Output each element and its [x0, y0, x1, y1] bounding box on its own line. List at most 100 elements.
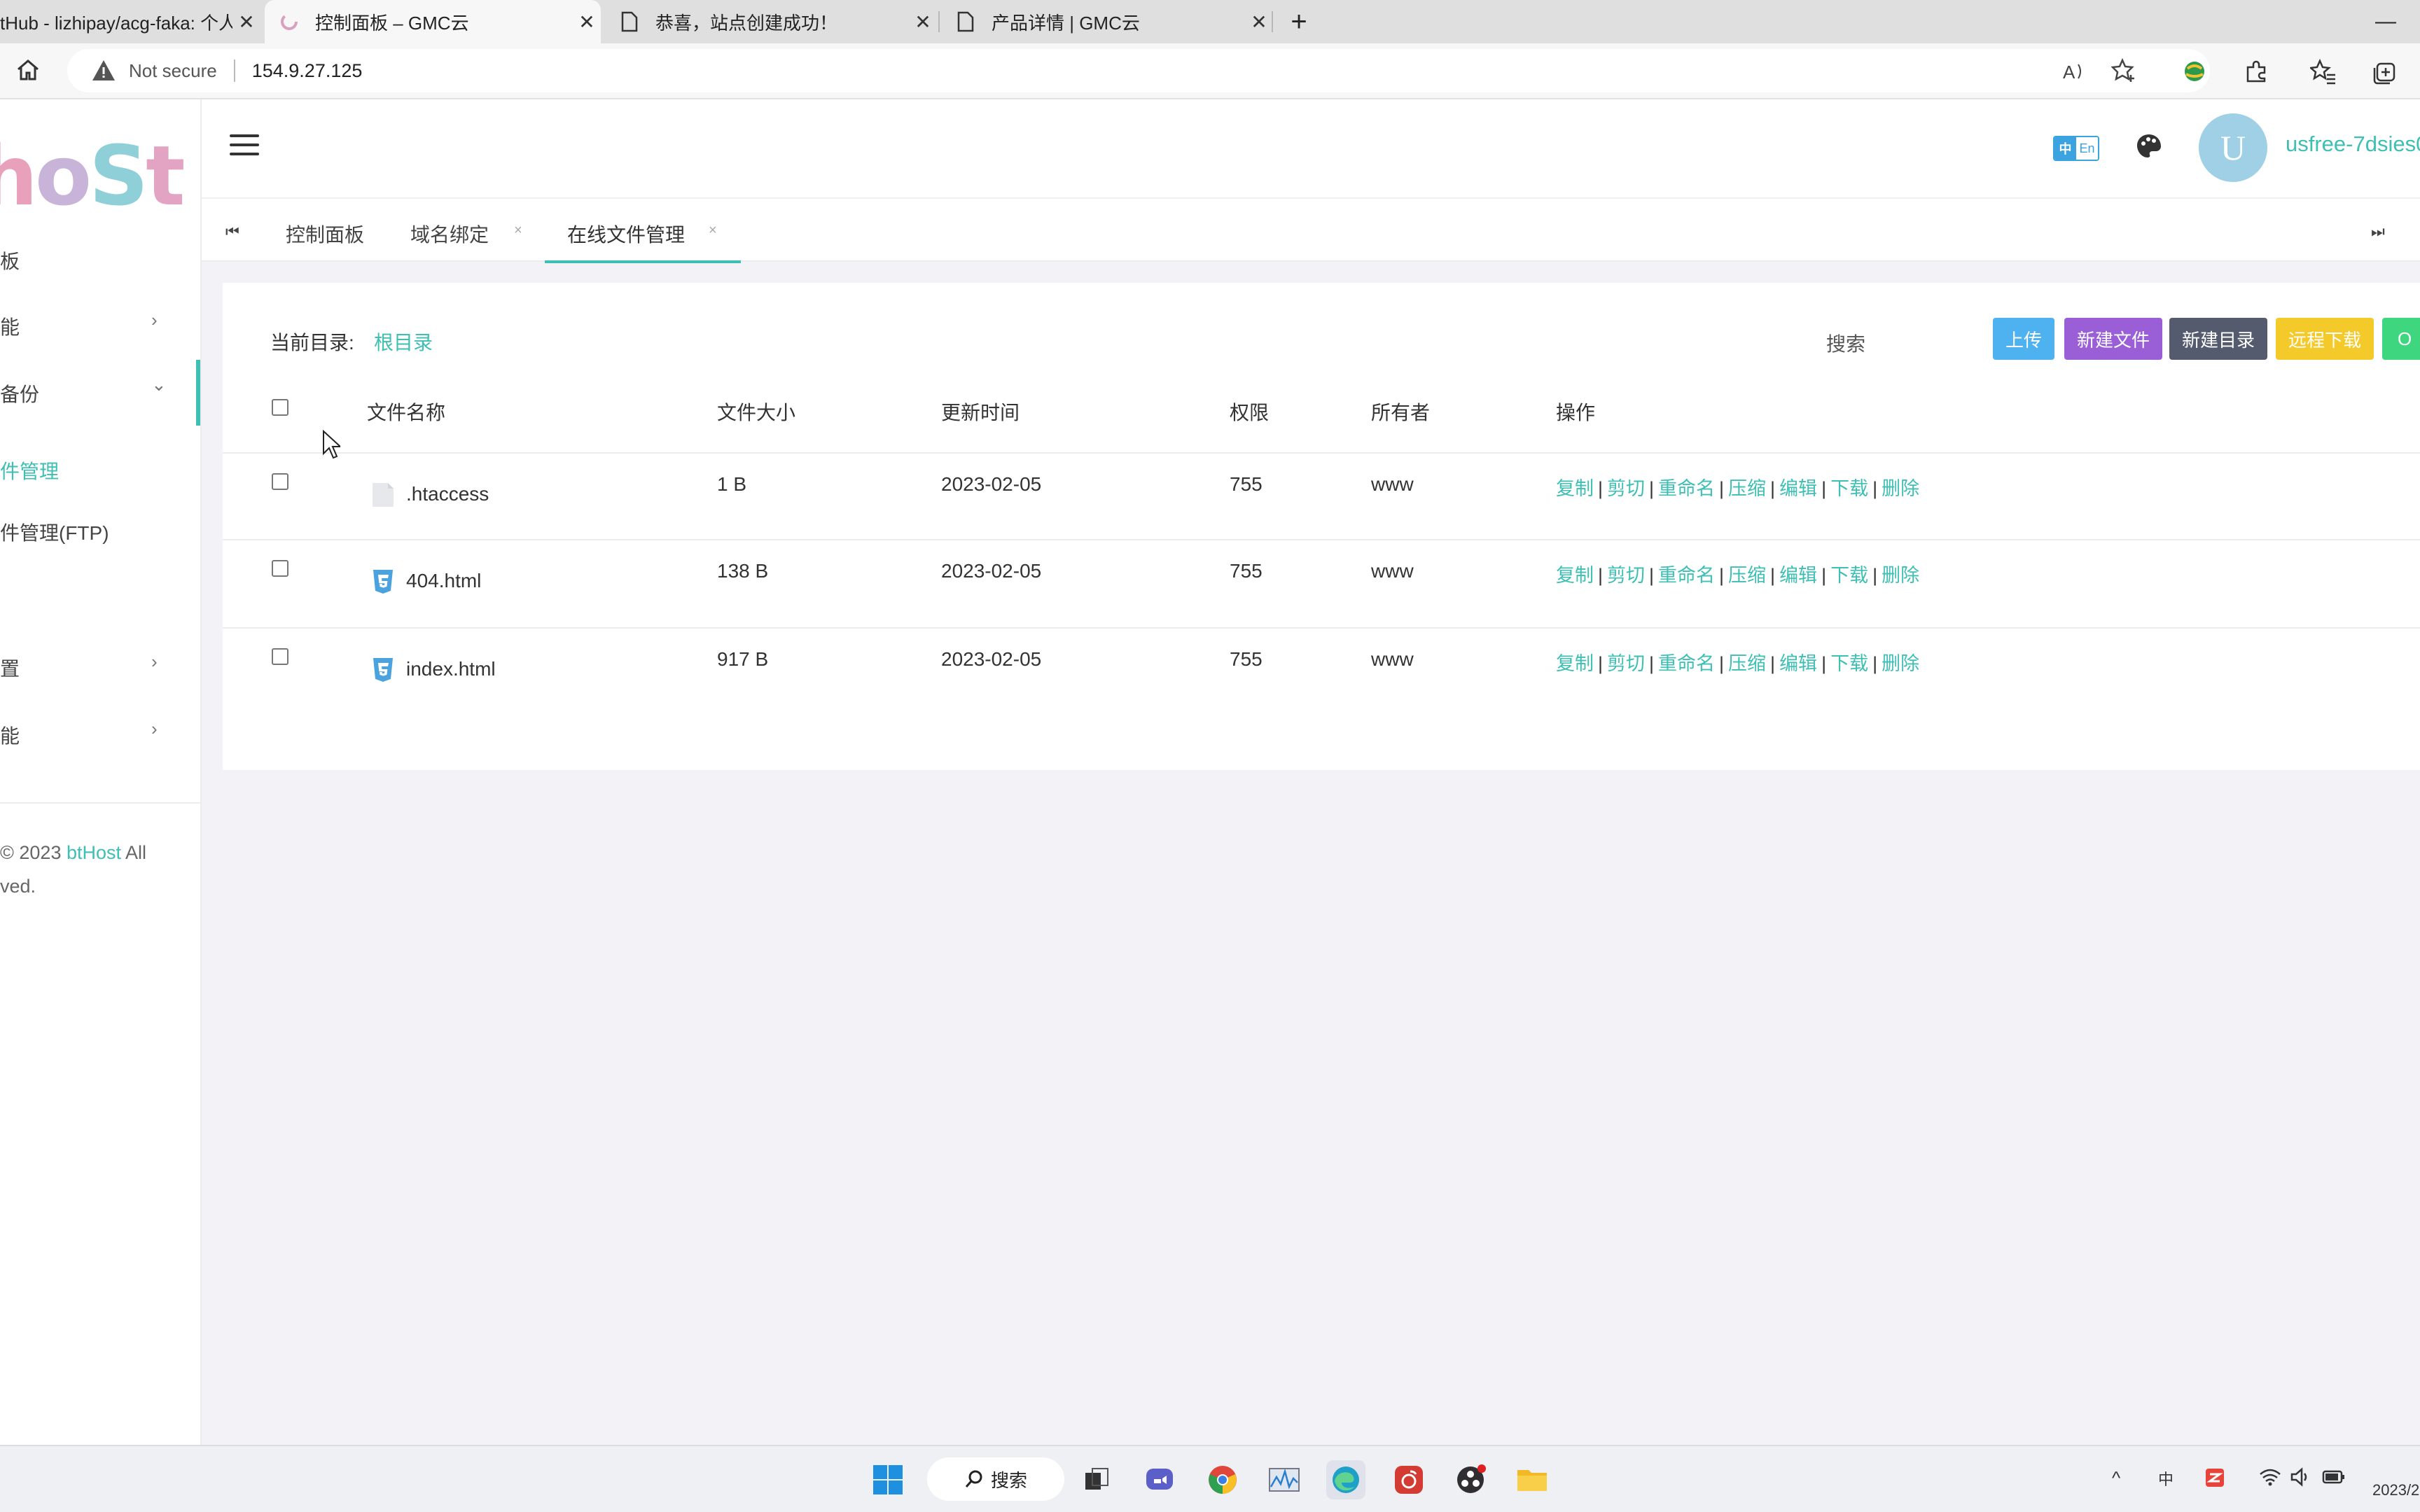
sidebar-item-more-features[interactable]: 能 — [0, 721, 20, 749]
delete-action[interactable]: 删除 — [1882, 478, 1919, 499]
edit-action[interactable]: 编辑 — [1779, 565, 1817, 586]
netease-music-icon[interactable] — [1389, 1460, 1428, 1499]
upload-button-label: 上传 — [2005, 329, 2042, 351]
column-header-name: 文件名称 — [367, 402, 446, 424]
sidebar-item-dashboard[interactable]: 板 — [0, 246, 20, 274]
close-icon[interactable]: ✕ — [573, 10, 601, 34]
volume-icon[interactable] — [2290, 1467, 2311, 1492]
file-owner: www — [1371, 473, 1414, 495]
rename-action[interactable]: 重命名 — [1658, 653, 1715, 674]
row-divider — [223, 627, 2420, 629]
extension-globe-icon[interactable] — [2179, 56, 2210, 87]
browser-tab-title: 恭喜，站点创建成功！ — [655, 12, 838, 34]
download-action[interactable]: 下载 — [1830, 653, 1868, 674]
input-method-icon[interactable]: 中 — [2158, 1467, 2174, 1490]
obs-icon[interactable] — [1451, 1460, 1490, 1499]
avatar[interactable]: U — [2199, 113, 2267, 182]
new-file-button[interactable]: 新建文件 — [2064, 318, 2162, 360]
sidebar-item-backup[interactable]: 备份 — [0, 379, 39, 407]
edit-action[interactable]: 编辑 — [1779, 478, 1817, 499]
cut-action[interactable]: 剪切 — [1607, 478, 1645, 499]
url-box[interactable]: Not secure 154.9.27.125 — [67, 49, 2210, 92]
compress-action[interactable]: 压缩 — [1728, 565, 1766, 586]
copy-action[interactable]: 复制 — [1556, 565, 1594, 586]
close-icon[interactable]: ✕ — [232, 10, 260, 34]
sidebar-item-ftp-file-manager[interactable]: 件管理(FTP) — [0, 518, 109, 546]
tab-online-file-manager[interactable]: 在线文件管理 — [567, 220, 685, 248]
root-dir-link[interactable]: 根目录 — [374, 328, 433, 356]
new-tab-icon[interactable]: + — [1281, 0, 1316, 43]
favorite-add-icon[interactable] — [2109, 56, 2140, 87]
chat-icon[interactable] — [1140, 1460, 1179, 1499]
wifi-icon[interactable] — [2259, 1467, 2281, 1492]
row-checkbox[interactable] — [272, 648, 288, 665]
file-name-link[interactable]: 404.html — [406, 570, 481, 592]
download-action[interactable]: 下载 — [1830, 565, 1868, 586]
delete-action[interactable]: 删除 — [1882, 565, 1919, 586]
tray-app-icon[interactable] — [2204, 1467, 2225, 1493]
performance-monitor-icon[interactable] — [1265, 1460, 1304, 1499]
copy-action[interactable]: 复制 — [1556, 478, 1594, 499]
cut-action[interactable]: 剪切 — [1607, 565, 1645, 586]
edit-action[interactable]: 编辑 — [1779, 653, 1817, 674]
compress-action[interactable]: 压缩 — [1728, 653, 1766, 674]
username-link[interactable]: usfree-7dsies0 — [2286, 132, 2420, 157]
language-switch[interactable]: 中 En — [2053, 136, 2099, 161]
tab-domain-binding[interactable]: 域名绑定 — [410, 220, 489, 248]
remote-download-button[interactable]: 远程下载 — [2276, 318, 2374, 360]
copy-action[interactable]: 复制 — [1556, 653, 1594, 674]
browser-tab-product-detail[interactable]: 产品详情 | GMC云 ✕ — [941, 0, 1273, 43]
browser-tab-github[interactable]: tHub - lizhipay/acg-faka: 个人发 ✕ — [0, 0, 260, 43]
minimize-icon[interactable]: — — [2375, 10, 2396, 34]
read-aloud-icon[interactable]: A — [2059, 56, 2089, 87]
upload-button[interactable]: 上传 — [1993, 318, 2054, 360]
rename-action[interactable]: 重命名 — [1658, 565, 1715, 586]
palette-icon[interactable] — [2134, 132, 2164, 161]
search-label[interactable]: 搜索 — [1826, 329, 1865, 357]
compress-action[interactable]: 压缩 — [1728, 478, 1766, 499]
tabs-next-icon[interactable]: ⏭ — [2371, 223, 2385, 241]
cut-action[interactable]: 剪切 — [1607, 653, 1645, 674]
tabs-prev-icon[interactable]: ⏮ — [225, 223, 239, 241]
close-icon[interactable]: × — [709, 223, 717, 239]
windows-start-icon[interactable] — [868, 1460, 908, 1499]
refresh-button[interactable]: O — [2382, 318, 2420, 360]
favorites-icon[interactable] — [2308, 56, 2339, 87]
browser-tab-title: tHub - lizhipay/acg-faka: 个人发 — [0, 12, 232, 34]
sidebar-item-file-manager[interactable]: 件管理 — [0, 456, 59, 484]
taskbar-search[interactable]: 搜索 — [927, 1457, 1064, 1501]
edge-icon[interactable] — [1326, 1460, 1365, 1499]
url-text[interactable]: 154.9.27.125 — [252, 60, 363, 82]
rename-action[interactable]: 重命名 — [1658, 478, 1715, 499]
file-name-link[interactable]: index.html — [406, 658, 496, 680]
browser-tab-control-panel[interactable]: 控制面板 – GMC云 ✕ — [265, 0, 601, 43]
close-icon[interactable]: × — [514, 223, 522, 239]
browser-tab-site-created[interactable]: 恭喜，站点创建成功！ ✕ — [605, 0, 937, 43]
chrome-icon[interactable] — [1203, 1460, 1242, 1499]
sidebar-item-settings[interactable]: 置 — [0, 654, 20, 682]
sidebar-item-features[interactable]: 能 — [0, 312, 20, 340]
file-name-link[interactable]: .htaccess — [406, 483, 489, 505]
close-icon[interactable]: ✕ — [909, 10, 937, 34]
file-explorer-icon[interactable] — [1512, 1460, 1552, 1499]
delete-action[interactable]: 删除 — [1882, 653, 1919, 674]
battery-icon[interactable] — [2322, 1467, 2346, 1492]
spinner-icon — [279, 11, 300, 32]
collections-icon[interactable] — [2370, 56, 2400, 87]
task-view-icon[interactable] — [1077, 1460, 1116, 1499]
row-checkbox[interactable] — [272, 560, 288, 577]
show-hidden-icons-icon[interactable]: ^ — [2112, 1467, 2120, 1489]
row-checkbox[interactable] — [272, 473, 288, 490]
copyright-brand-link[interactable]: btHost — [67, 842, 121, 863]
home-icon[interactable] — [14, 56, 45, 87]
download-action[interactable]: 下载 — [1830, 478, 1868, 499]
html5-icon — [373, 658, 393, 682]
clock[interactable]: 2023/2 — [2372, 1481, 2419, 1499]
menu-toggle-icon[interactable] — [230, 134, 259, 158]
extensions-icon[interactable] — [2241, 56, 2272, 87]
new-folder-button[interactable]: 新建目录 — [2169, 318, 2267, 360]
select-all-checkbox[interactable] — [272, 399, 288, 416]
close-icon[interactable]: ✕ — [1245, 10, 1273, 34]
file-updated: 2023-02-05 — [941, 648, 1042, 670]
tab-control-panel[interactable]: 控制面板 — [286, 220, 364, 248]
